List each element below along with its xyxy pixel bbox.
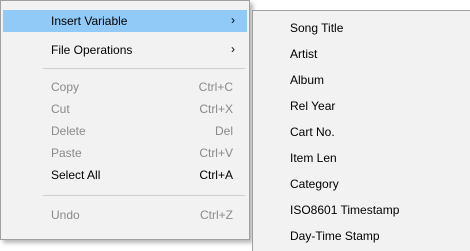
menu-item-copy[interactable]: Copy Ctrl+C bbox=[3, 76, 247, 98]
menu-item-label: Delete bbox=[51, 124, 86, 138]
submenu-item-label: Item Len bbox=[290, 151, 337, 165]
submenu-item-category[interactable]: Category bbox=[255, 173, 468, 195]
submenu-item-label: Artist bbox=[290, 47, 318, 61]
chevron-right-icon: › bbox=[231, 42, 235, 56]
context-menu: Insert Variable › File Operations › Copy… bbox=[0, 0, 250, 240]
menu-separator bbox=[43, 195, 245, 196]
submenu-item-label: ISO8601 Timestamp bbox=[290, 203, 400, 217]
menu-item-delete[interactable]: Delete Del bbox=[3, 120, 247, 142]
menu-item-file-operations[interactable]: File Operations › bbox=[3, 39, 247, 61]
submenu-item-label: Rel Year bbox=[290, 99, 336, 113]
menu-separator bbox=[43, 68, 245, 69]
menu-item-insert-variable[interactable]: Insert Variable › bbox=[3, 10, 247, 32]
menu-item-paste[interactable]: Paste Ctrl+V bbox=[3, 142, 247, 164]
menu-item-shortcut: Ctrl+X bbox=[199, 102, 233, 116]
menu-item-shortcut: Ctrl+V bbox=[199, 146, 233, 160]
menu-item-undo[interactable]: Undo Ctrl+Z bbox=[3, 204, 247, 226]
menu-item-label: Undo bbox=[51, 208, 80, 222]
menu-item-label: Select All bbox=[51, 168, 101, 182]
menu-item-label: File Operations bbox=[51, 43, 133, 57]
menu-item-shortcut: Ctrl+Z bbox=[200, 208, 233, 222]
submenu-item-label: Category bbox=[290, 177, 339, 191]
submenu-item-item-len[interactable]: Item Len bbox=[255, 147, 468, 169]
menu-item-shortcut: Del bbox=[214, 124, 233, 138]
submenu-item-rel-year[interactable]: Rel Year bbox=[255, 95, 468, 117]
menu-item-select-all[interactable]: Select All Ctrl+A bbox=[3, 164, 247, 186]
chevron-right-icon: › bbox=[231, 13, 235, 27]
submenu-item-day-time-stamp[interactable]: Day-Time Stamp bbox=[255, 225, 468, 247]
menu-item-shortcut: Ctrl+C bbox=[198, 80, 233, 94]
submenu-item-artist[interactable]: Artist bbox=[255, 43, 468, 65]
menu-item-shortcut: Ctrl+A bbox=[199, 168, 233, 182]
submenu-item-iso8601-timestamp[interactable]: ISO8601 Timestamp bbox=[255, 199, 468, 221]
menu-item-label: Cut bbox=[51, 102, 70, 116]
submenu-item-album[interactable]: Album bbox=[255, 69, 468, 91]
submenu-item-label: Song Title bbox=[290, 21, 344, 35]
menu-item-label: Insert Variable bbox=[51, 14, 128, 28]
submenu-item-label: Album bbox=[290, 73, 325, 87]
submenu-item-label: Cart No. bbox=[290, 125, 335, 139]
menu-item-label: Copy bbox=[51, 80, 80, 94]
insert-variable-submenu: Song Title Artist Album Rel Year Cart No… bbox=[252, 10, 470, 251]
menu-item-cut[interactable]: Cut Ctrl+X bbox=[3, 98, 247, 120]
menu-item-label: Paste bbox=[51, 146, 82, 160]
submenu-item-song-title[interactable]: Song Title bbox=[255, 17, 468, 39]
submenu-item-label: Day-Time Stamp bbox=[290, 229, 380, 243]
submenu-item-cart-no[interactable]: Cart No. bbox=[255, 121, 468, 143]
